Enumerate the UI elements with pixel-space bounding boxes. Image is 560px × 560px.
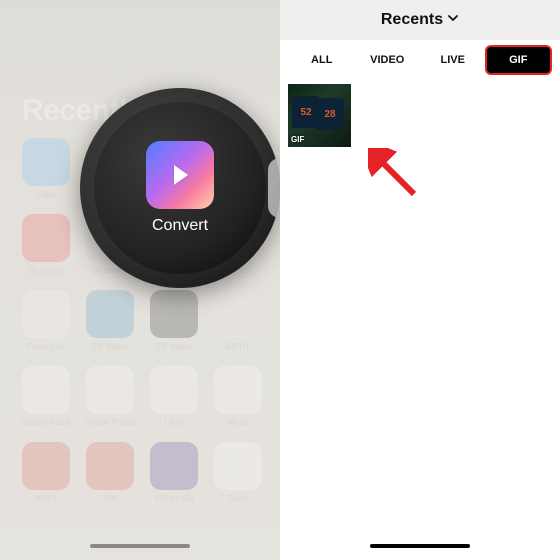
home-indicator bbox=[90, 544, 190, 548]
gif-badge: GIF bbox=[291, 135, 304, 144]
app-context-menu[interactable]: Convert bbox=[80, 88, 280, 288]
album-dropdown-label: Recents bbox=[381, 11, 443, 29]
menu-peek-icon bbox=[268, 158, 280, 218]
media-thumbnail[interactable]: 52 28 GIF bbox=[288, 84, 351, 147]
picker-right: Recents ALLVIDEOLIVEGIF 52 28 GIF bbox=[280, 0, 560, 560]
homescreen-left: Recently ClipsDictionaryDictionaryFlipbo… bbox=[0, 0, 280, 560]
tab-gif[interactable]: GIF bbox=[487, 47, 551, 73]
tab-all[interactable]: ALL bbox=[290, 47, 354, 73]
album-dropdown[interactable]: Recents bbox=[280, 0, 560, 40]
home-indicator bbox=[370, 544, 470, 548]
tab-live[interactable]: LIVE bbox=[421, 47, 485, 73]
chevron-down-icon bbox=[447, 11, 459, 29]
convert-app-label: Convert bbox=[152, 217, 208, 235]
media-grid: 52 28 GIF bbox=[280, 80, 560, 151]
jersey-detail: 28 bbox=[316, 98, 344, 130]
filter-tabs: ALLVIDEOLIVEGIF bbox=[280, 40, 560, 80]
convert-app-icon bbox=[146, 141, 214, 209]
tab-video[interactable]: VIDEO bbox=[356, 47, 420, 73]
